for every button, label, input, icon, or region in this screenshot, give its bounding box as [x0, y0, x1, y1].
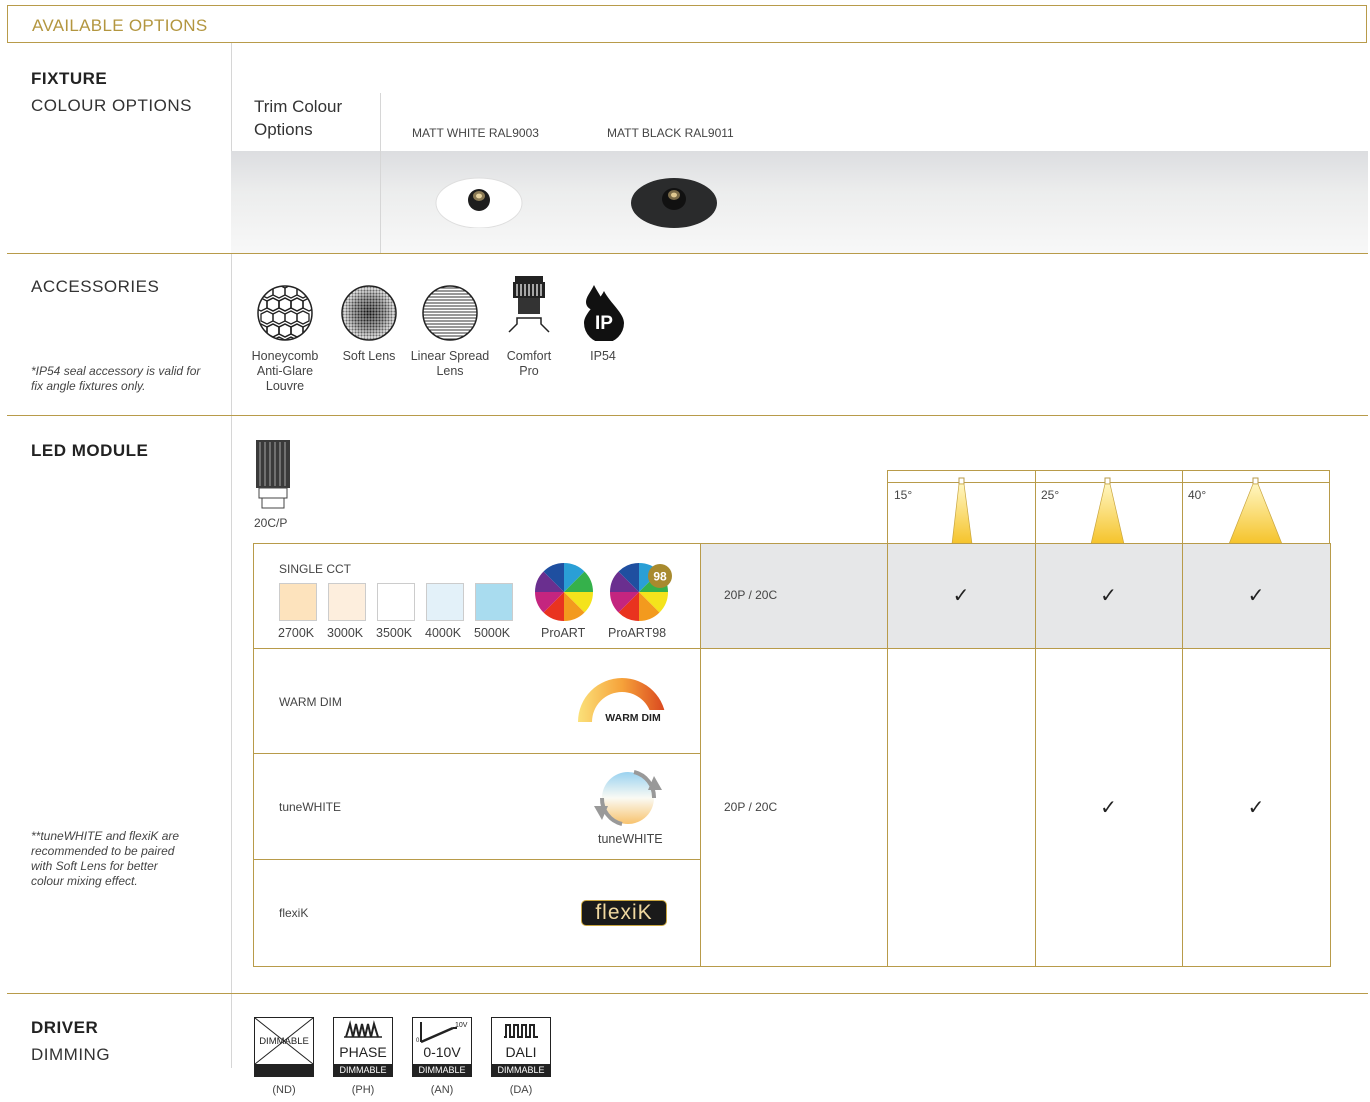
flexik-logo-text: flexiK [595, 901, 653, 924]
section-separator [7, 415, 1368, 416]
driver-an-strip: DIMMABLE [413, 1064, 471, 1076]
driver-da-strip: DIMMABLE [492, 1064, 550, 1076]
cct-swatch-4000k [426, 583, 464, 621]
table-row-divider [253, 753, 701, 754]
single-cct-label: SINGLE CCT [279, 562, 352, 576]
check-mark: ✓ [1247, 585, 1265, 607]
cct-label-4000k: 4000K [425, 626, 462, 640]
trim-colour-label: Trim Colour Options [254, 97, 343, 139]
warm-dim-logo: WARM DIM [578, 678, 666, 724]
driver-subtitle: DIMMING [31, 1045, 111, 1064]
warm-dim-label: WARM DIM [279, 695, 342, 709]
proart98-badge-text: 98 [653, 570, 667, 584]
merged-module-code: 20P / 20C [724, 800, 778, 814]
warm-dim-logo-text: WARM DIM [605, 712, 661, 724]
cct-label-3500k: 3500K [376, 626, 413, 640]
cct-label-3000k: 3000K [327, 626, 364, 640]
phase-wave-icon [344, 1020, 382, 1038]
led-module-title: LED MODULE [31, 441, 149, 460]
dali-wave-icon [504, 1024, 538, 1038]
beam-15-icon [951, 477, 973, 544]
flexik-label: flexiK [279, 906, 309, 920]
linear-lens-icon [422, 285, 478, 341]
cct-swatch-3500k [377, 583, 415, 621]
fixture-title: FIXTURE [31, 69, 108, 88]
driver-da-icon: DALI DIMMABLE [491, 1017, 551, 1077]
driver-an-top: 10V [455, 1022, 468, 1029]
accessory-label-honeycomb: Honeycomb Anti-Glare Louvre [251, 349, 319, 393]
driver-code-an: (AN) [430, 1084, 454, 1096]
comfort-pro-icon [508, 276, 550, 333]
tune-white-logo-text: tuneWHITE [598, 832, 663, 846]
driver-da-main: DALI [505, 1044, 537, 1060]
section-separator [7, 253, 1368, 254]
table-row-divider [253, 648, 1331, 649]
beam-col-divider [1182, 470, 1183, 544]
beam-col-divider [1035, 470, 1036, 544]
driver-an-main: 0-10V [423, 1044, 461, 1060]
proart98-wheel-icon: 98 [610, 563, 672, 621]
driver-code-ph: (PH) [351, 1084, 375, 1096]
soft-lens-icon [341, 285, 397, 341]
accessory-label-comfort-pro: Comfort Pro [506, 349, 552, 378]
cct-swatch-3000k [328, 583, 366, 621]
driver-ph-main: PHASE [339, 1044, 387, 1060]
cct-swatch-5000k [475, 583, 513, 621]
fixture-subtitle: COLOUR OPTIONS [31, 96, 192, 115]
ip-badge-text: IP [595, 313, 613, 334]
table-row-divider [253, 859, 701, 860]
accessory-label-linear-lens: Linear Spread Lens [410, 349, 490, 378]
driver-code-nd: (ND) [272, 1084, 296, 1096]
cct-label-5000k: 5000K [474, 626, 511, 640]
white-fixture-image [435, 177, 523, 228]
beam-40-icon [1228, 477, 1283, 544]
module-code-label: 20C/P [254, 516, 288, 530]
colour-white-label: MATT WHITE RAL9003 [412, 126, 539, 140]
beam-angle-25: 25° [1041, 488, 1060, 502]
beam-angle-15: 15° [894, 488, 913, 502]
black-fixture-image [631, 178, 717, 228]
colour-black-label: MATT BLACK RAL9011 [607, 126, 734, 140]
driver-nd-strip [255, 1064, 313, 1076]
driver-nd-main: DIMMABLE [259, 1036, 309, 1047]
driver-title: DRIVER [31, 1018, 99, 1037]
trim-divider-lower [380, 151, 381, 254]
proart98-label: ProART98 [608, 626, 667, 640]
driver-code-da: (DA) [509, 1084, 533, 1096]
driver-nd-icon: DIMMABLE [254, 1017, 314, 1077]
accessories-note: *IP54 seal accessory is valid for fix an… [31, 364, 201, 393]
cct-swatch-2700k [279, 583, 317, 621]
check-mark: ✓ [1247, 797, 1265, 819]
check-mark: ✓ [1100, 797, 1117, 819]
honeycomb-icon [257, 285, 313, 341]
driver-ph-icon: PHASE DIMMABLE [333, 1017, 393, 1077]
section-separator [7, 993, 1368, 994]
tune-white-logo [594, 770, 662, 826]
section-header: AVAILABLE OPTIONS [7, 5, 1367, 43]
led-module-note: **tuneWHITE and flexiK are recommended t… [31, 829, 180, 888]
single-cct-module-code: 20P / 20C [724, 588, 778, 602]
check-mark: ✓ [1100, 585, 1117, 607]
tune-white-label: tuneWHITE [279, 800, 342, 814]
check-mark: ✓ [952, 585, 970, 607]
driver-an-icon: 10V 0 0-10V DIMMABLE [412, 1017, 472, 1077]
beam-25-icon [1090, 477, 1125, 544]
proart-label: ProART [541, 626, 586, 640]
ip54-icon: IP [584, 285, 624, 341]
accessory-label-soft-lens: Soft Lens [342, 349, 396, 363]
cct-label-2700k: 2700K [278, 626, 315, 640]
accessories-title: ACCESSORIES [31, 277, 160, 296]
table-col-divider [700, 543, 701, 967]
ramp-icon: 10V 0 [416, 1022, 468, 1044]
proart-wheel-icon [535, 563, 593, 621]
trim-preview-band [231, 151, 1368, 254]
header-title: AVAILABLE OPTIONS [32, 16, 208, 35]
led-module-image [256, 440, 290, 509]
accessory-label-ip54: IP54 [590, 349, 616, 363]
flexik-logo: flexiK [581, 900, 667, 926]
driver-ph-strip: DIMMABLE [334, 1064, 392, 1076]
beam-angle-40: 40° [1188, 488, 1207, 502]
